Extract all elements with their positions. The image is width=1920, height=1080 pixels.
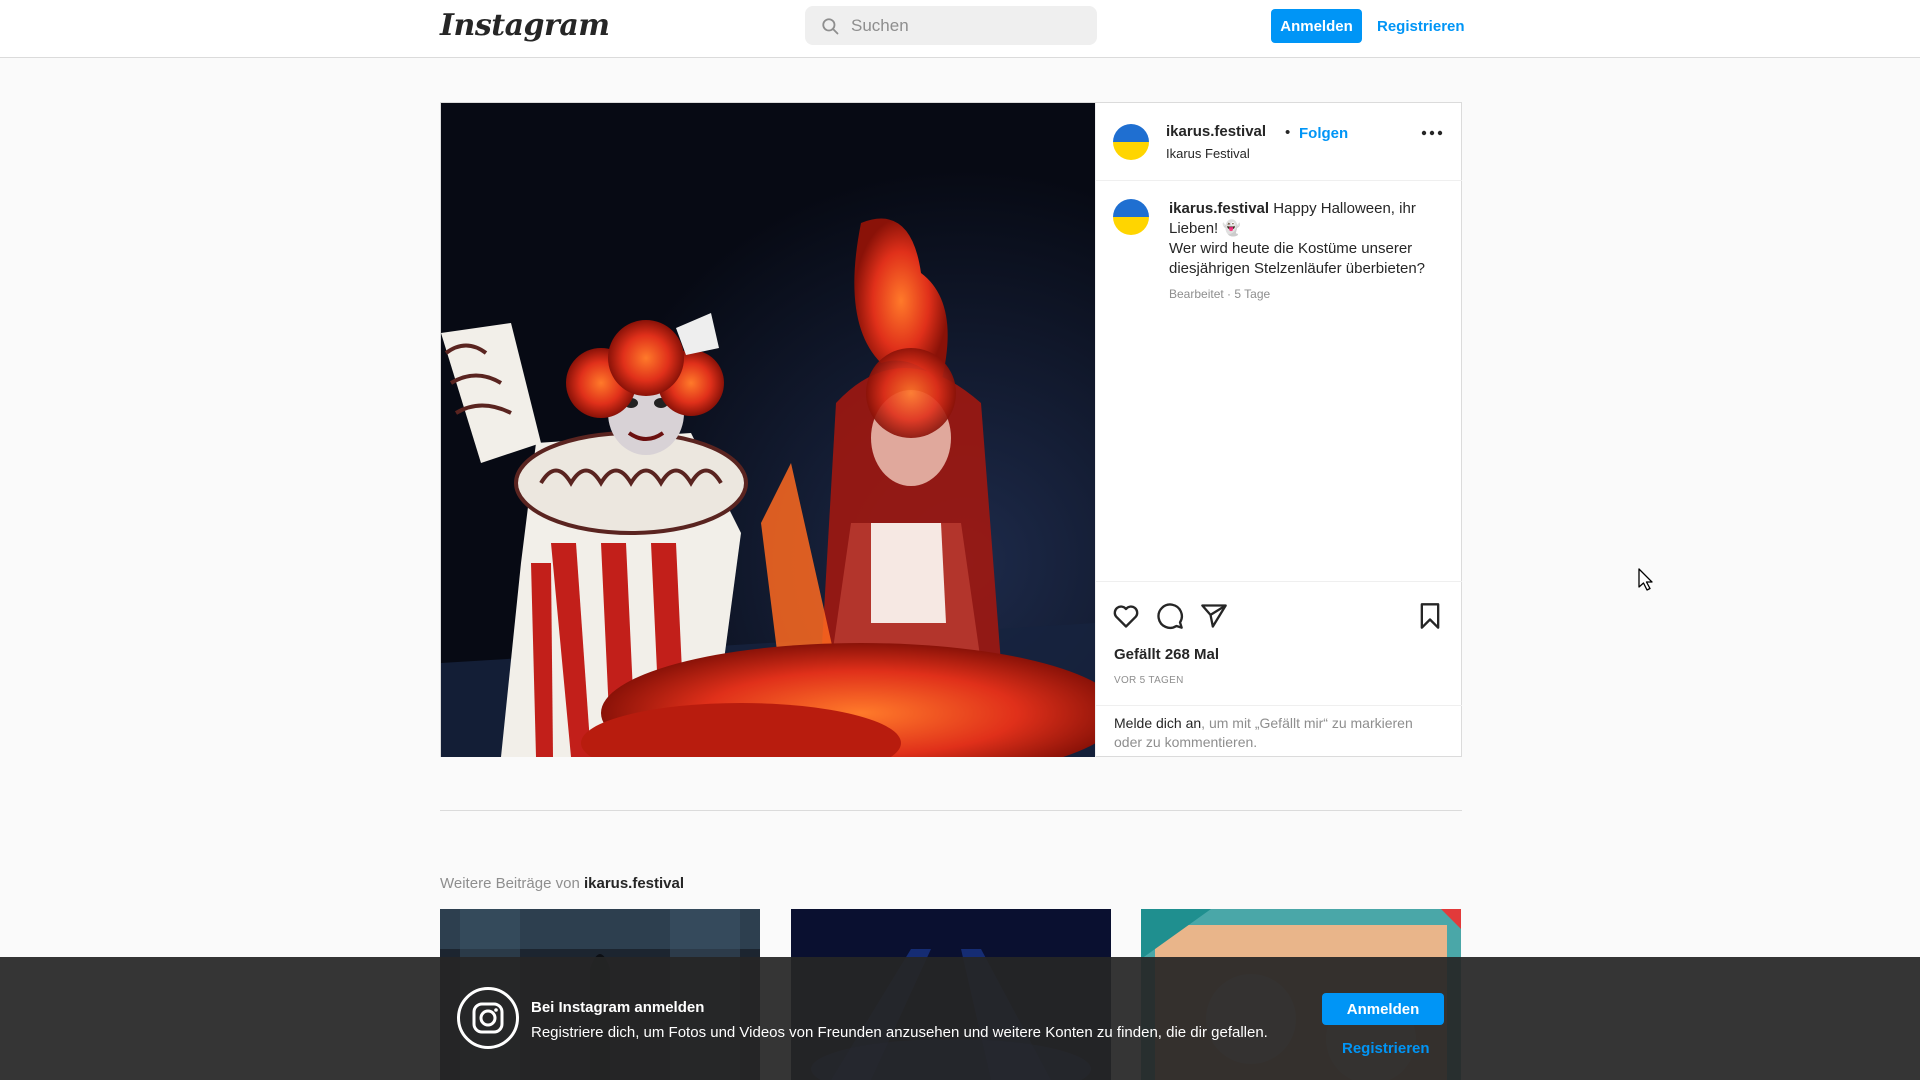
post-caption: ikarus.festival Happy Halloween, ihr Lie… (1169, 199, 1439, 279)
post-sidebar: ikarus.festival • Folgen Ikarus Festival… (1095, 103, 1462, 757)
caption-text-2: Wer wird heute die Kostüme unserer diesj… (1169, 240, 1426, 277)
section-divider (440, 810, 1462, 811)
caption-username[interactable]: ikarus.festival (1169, 200, 1269, 217)
more-posts-username[interactable]: ikarus.festival (584, 875, 684, 892)
instagram-logo[interactable]: Instagram (440, 8, 610, 43)
like-icon[interactable] (1112, 602, 1140, 630)
instagram-glyph-icon (457, 987, 519, 1049)
edited-meta: Bearbeitet · 5 Tage (1169, 287, 1271, 301)
search-input[interactable] (851, 15, 1081, 36)
halloween-costume-photo (441, 103, 1095, 757)
banner-text: Registriere dich, um Fotos und Videos vo… (531, 1024, 1268, 1041)
camera-icon (472, 1002, 504, 1034)
post-actions: Gefällt 268 Mal VOR 5 TAGEN Melde dich a… (1096, 581, 1462, 757)
mouse-cursor-icon (1638, 568, 1653, 591)
login-banner: Bei Instagram anmelden Registriere dich,… (0, 957, 1920, 1080)
top-navigation-bar: Instagram Anmelden Registrieren (0, 0, 1920, 58)
likes-count[interactable]: Gefällt 268 Mal (1114, 646, 1219, 663)
comment-icon[interactable] (1156, 602, 1184, 630)
search-icon (822, 17, 839, 34)
separator-dot: • (1285, 124, 1291, 141)
login-button[interactable]: Anmelden (1271, 9, 1362, 43)
post-location-name[interactable]: Ikarus Festival (1166, 146, 1250, 161)
post-photo[interactable] (441, 103, 1095, 757)
follow-button[interactable]: Folgen (1299, 125, 1348, 142)
post-timestamp[interactable]: VOR 5 TAGEN (1114, 675, 1184, 686)
login-link[interactable]: Melde dich an (1114, 715, 1201, 731)
register-link[interactable]: Registrieren (1377, 18, 1465, 35)
search-box[interactable] (805, 6, 1097, 45)
more-posts-prefix: Weitere Beiträge von (440, 875, 584, 892)
more-options-icon[interactable] (1421, 129, 1443, 137)
login-to-comment-note: Melde dich an, um mit „Gefällt mir“ zu m… (1096, 705, 1462, 758)
share-icon[interactable] (1200, 602, 1228, 630)
banner-login-button[interactable]: Anmelden (1322, 993, 1444, 1025)
avatar[interactable] (1113, 124, 1149, 160)
banner-register-link[interactable]: Registrieren (1342, 1040, 1430, 1057)
post-username[interactable]: ikarus.festival (1166, 123, 1266, 140)
banner-title: Bei Instagram anmelden (531, 999, 705, 1016)
post-card: ikarus.festival • Folgen Ikarus Festival… (440, 102, 1462, 757)
post-header: ikarus.festival • Folgen Ikarus Festival (1096, 103, 1462, 181)
save-icon[interactable] (1416, 602, 1444, 630)
caption-avatar[interactable] (1113, 199, 1149, 235)
more-posts-title: Weitere Beiträge von ikarus.festival (440, 875, 684, 892)
